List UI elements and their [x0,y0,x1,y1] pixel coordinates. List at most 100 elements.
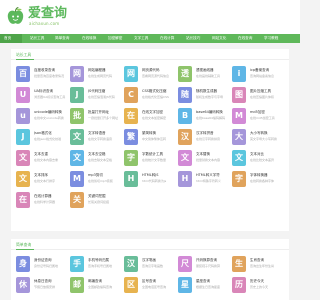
tool-title: 汉字笔画 [142,258,156,262]
tool-icon: 网 [124,66,138,82]
tool-card[interactable]: 网网页源代码 查看网页源代码信息 [124,66,172,82]
site-logo[interactable]: 爱查询 aichaxun.com [6,6,86,28]
tool-card[interactable]: 关关键词挖掘 长尾关键词挖掘 [70,192,118,208]
tool-description: html特殊字符转义 [196,179,221,183]
tool-card[interactable]: 身身份证查询 身份证号码归属地 [16,256,64,272]
tool-title: 网页源代码 [142,68,160,72]
tool-card[interactable]: 百百度收录查询 批量查询百度收录情况 [16,66,64,82]
nav-item-webmaster-tools[interactable]: 站长工具 [30,34,44,43]
tool-title: 在线计算器 [34,194,52,198]
nav-item-home[interactable]: 首页 [0,34,22,43]
tool-card[interactable]: 随随机数生成器 随机生成数字与字母 [178,87,226,103]
site-header: 爱查询 aichaxun.com [0,0,300,34]
tool-card[interactable]: 图图片压缩工具 在线压缩图片体积 [232,87,280,103]
tool-card[interactable]: 文文本去空格 在线去除文本空格 [70,150,118,166]
tool-card[interactable]: Mmp3剪切 在线剪切mp3音频 [70,171,118,187]
tool-title: 繁简转换 [142,131,156,135]
tool-card[interactable]: 尺尺码换算查询 服装鞋子尺码换算 [178,256,226,272]
tool-card[interactable]: J JS代码压缩 在线压缩混淆JS代码 [70,87,118,103]
tool-title: 字数统计工具 [142,152,163,156]
tool-description: 服装鞋子尺码换算 [196,264,221,268]
tool-card[interactable]: U UA标识查询 浏览器UA标识查询工具 [16,87,65,103]
tool-icon: 尺 [178,256,192,272]
nav-item-text-tools[interactable]: 文字工具 [134,34,148,43]
tool-description: 在线json格式化校验 [34,137,62,141]
tool-description: 中文简体繁体互转 [142,137,167,141]
nav-item-online-lookup[interactable]: 在线查询 [238,34,252,43]
tool-icon: 汉 [178,129,192,145]
nav-item-online-calc[interactable]: 在线计算 [160,34,174,43]
tool-card[interactable]: 文文本替换 批量替换文本内容 [178,150,226,166]
tool-card[interactable]: Mmd5加密 在线md5加密工具 [232,108,280,124]
tool-title: 文本排序 [34,173,48,177]
tool-icon: 透 [178,66,192,82]
tool-title: 尺码换算查询 [196,258,217,262]
tool-title: 关键词挖掘 [88,194,106,198]
tool-icon: 文 [16,150,30,166]
tool-card[interactable]: 历历史今天 历史上的今天 [232,277,280,293]
nav-item-simple-query[interactable]: 简单查询 [55,34,69,43]
tool-description: 在线画线辅助工具 [196,74,221,78]
tool-description: 在线md5加密工具 [250,116,275,120]
tool-card[interactable]: 生生肖查询 查询出生年份生肖 [232,256,280,272]
tool-title: 汉字转拼音 [196,131,214,135]
tool-card[interactable]: 邮邮编查询 全国邮政编码查询 [70,277,118,293]
tool-card[interactable]: 星星座查询 根据生日查询星座 [178,277,226,293]
tool-description: 查询汉字笔画数 [142,264,164,268]
tool-card[interactable]: C CSS格式化压缩 在线格式化压缩CSS [124,87,172,103]
tool-card[interactable]: 在在线文字加密 在线文本加密解密 [124,108,172,124]
tool-description: 全国邮政编码查询 [88,285,113,289]
tool-card[interactable]: 透透视画线器 在线画线辅助工具 [178,66,226,82]
tool-card[interactable]: 字字数统计工具 在线统计文字数量 [124,150,172,166]
panel-webmaster-tools: 站长工具 百百度收录查询 批量查询百度收录情况网网站编程器 在线生成网页代码网网页源… [11,49,289,231]
tool-title: HTML转义字符 [196,173,220,177]
tool-card[interactable]: 文文字转语音 在线文字转换语音 [70,129,118,145]
tool-card[interactable]: 文文本去重 在线文本内容去重 [16,150,64,166]
tool-card[interactable]: 区区号查询 全国电话区号查询 [124,277,172,293]
tool-icon: 关 [70,192,84,208]
tool-description: 在线汉字转换拼音 [196,137,221,141]
tool-card[interactable]: u unicode编码转换 在线中文unicode转换 [16,108,64,124]
tool-description: 在线压缩图片体积 [250,95,275,99]
tool-card[interactable]: 汉汉字转拼音在线汉字转换拼音 [178,129,226,145]
tool-description: 批量替换文本内容 [196,158,221,162]
tool-description: 英文字母大小写转换 [250,137,278,141]
nav-item-web-culture[interactable]: 网站文化 [212,34,226,43]
tool-card[interactable]: 文文本排序 在线文本行排序 [16,171,64,187]
tool-card[interactable]: H HTML转义字符 html特殊字符转义 [178,171,226,187]
tool-icon: 文 [16,171,30,187]
tool-icon: 文 [70,150,84,166]
tool-description: 在线科学计算器 [34,200,56,204]
tool-card[interactable]: 手手机号码归属 查询手机号归属地 [70,256,118,272]
tool-card[interactable]: Bbase64编码转换 在线base64编码解码 [178,108,226,124]
tool-card[interactable]: 大大小写转换 英文字母大小写转换 [232,129,280,145]
nav-item-online-convert[interactable]: 在线转换 [82,34,96,43]
tool-card[interactable]: 批批量打开网址 一键批量打开多个网址 [70,108,118,124]
tool-card[interactable]: 汉汉字笔画 查询汉字笔画数 [124,256,172,272]
tool-title: 历史今天 [250,279,264,283]
tool-icon: i [232,66,246,82]
nav-item-encrypt-decrypt[interactable]: 加密解密 [108,34,122,43]
tool-title: 身份证查询 [34,258,52,262]
nav-item-tutorials[interactable]: 学习教程 [264,34,278,43]
tool-description: 查询网站备案信息 [250,74,275,78]
tool-icon: M [232,108,246,124]
panel-simple-query: 简单查询 身身份证查询 身份证号码归属地手手机号码归属 查询手机号归属地汉汉字笔画查… [11,239,289,300]
tool-title: 文本去空格 [88,152,106,156]
tool-card[interactable]: 繁繁简转换 中文简体繁体互转 [124,129,172,145]
tool-card[interactable]: 网网站编程器 在线生成网页代码 [70,66,118,82]
tool-card[interactable]: i icp备案查询 查询网站备案信息 [232,66,280,82]
tool-card[interactable]: 在在线计算器 在线科学计算器 [16,192,64,208]
nav-item-webmaster-tips[interactable]: 站长技巧 [186,34,200,43]
logo-subtitle: aichaxun.com [29,21,60,26]
tool-description: 在线格式化压缩CSS [142,95,169,99]
tool-icon: 在 [124,108,138,124]
tool-description: 在线base64编码解码 [196,116,225,120]
tool-card[interactable]: 休休息日查询 节假日放假安排 [16,277,64,293]
apple-logo-icon [7,7,24,24]
tool-card[interactable]: 字字体转换器 在线转换各种字体 [232,171,280,187]
tool-card[interactable]: H HTML转JS html代码转换为js [124,171,172,187]
tool-title: 百度收录查询 [34,68,55,72]
tool-card[interactable]: 文文本对比 在线比较文本差异 [232,150,280,166]
tool-card[interactable]: J Json格式化 在线json格式化校验 [16,129,64,145]
